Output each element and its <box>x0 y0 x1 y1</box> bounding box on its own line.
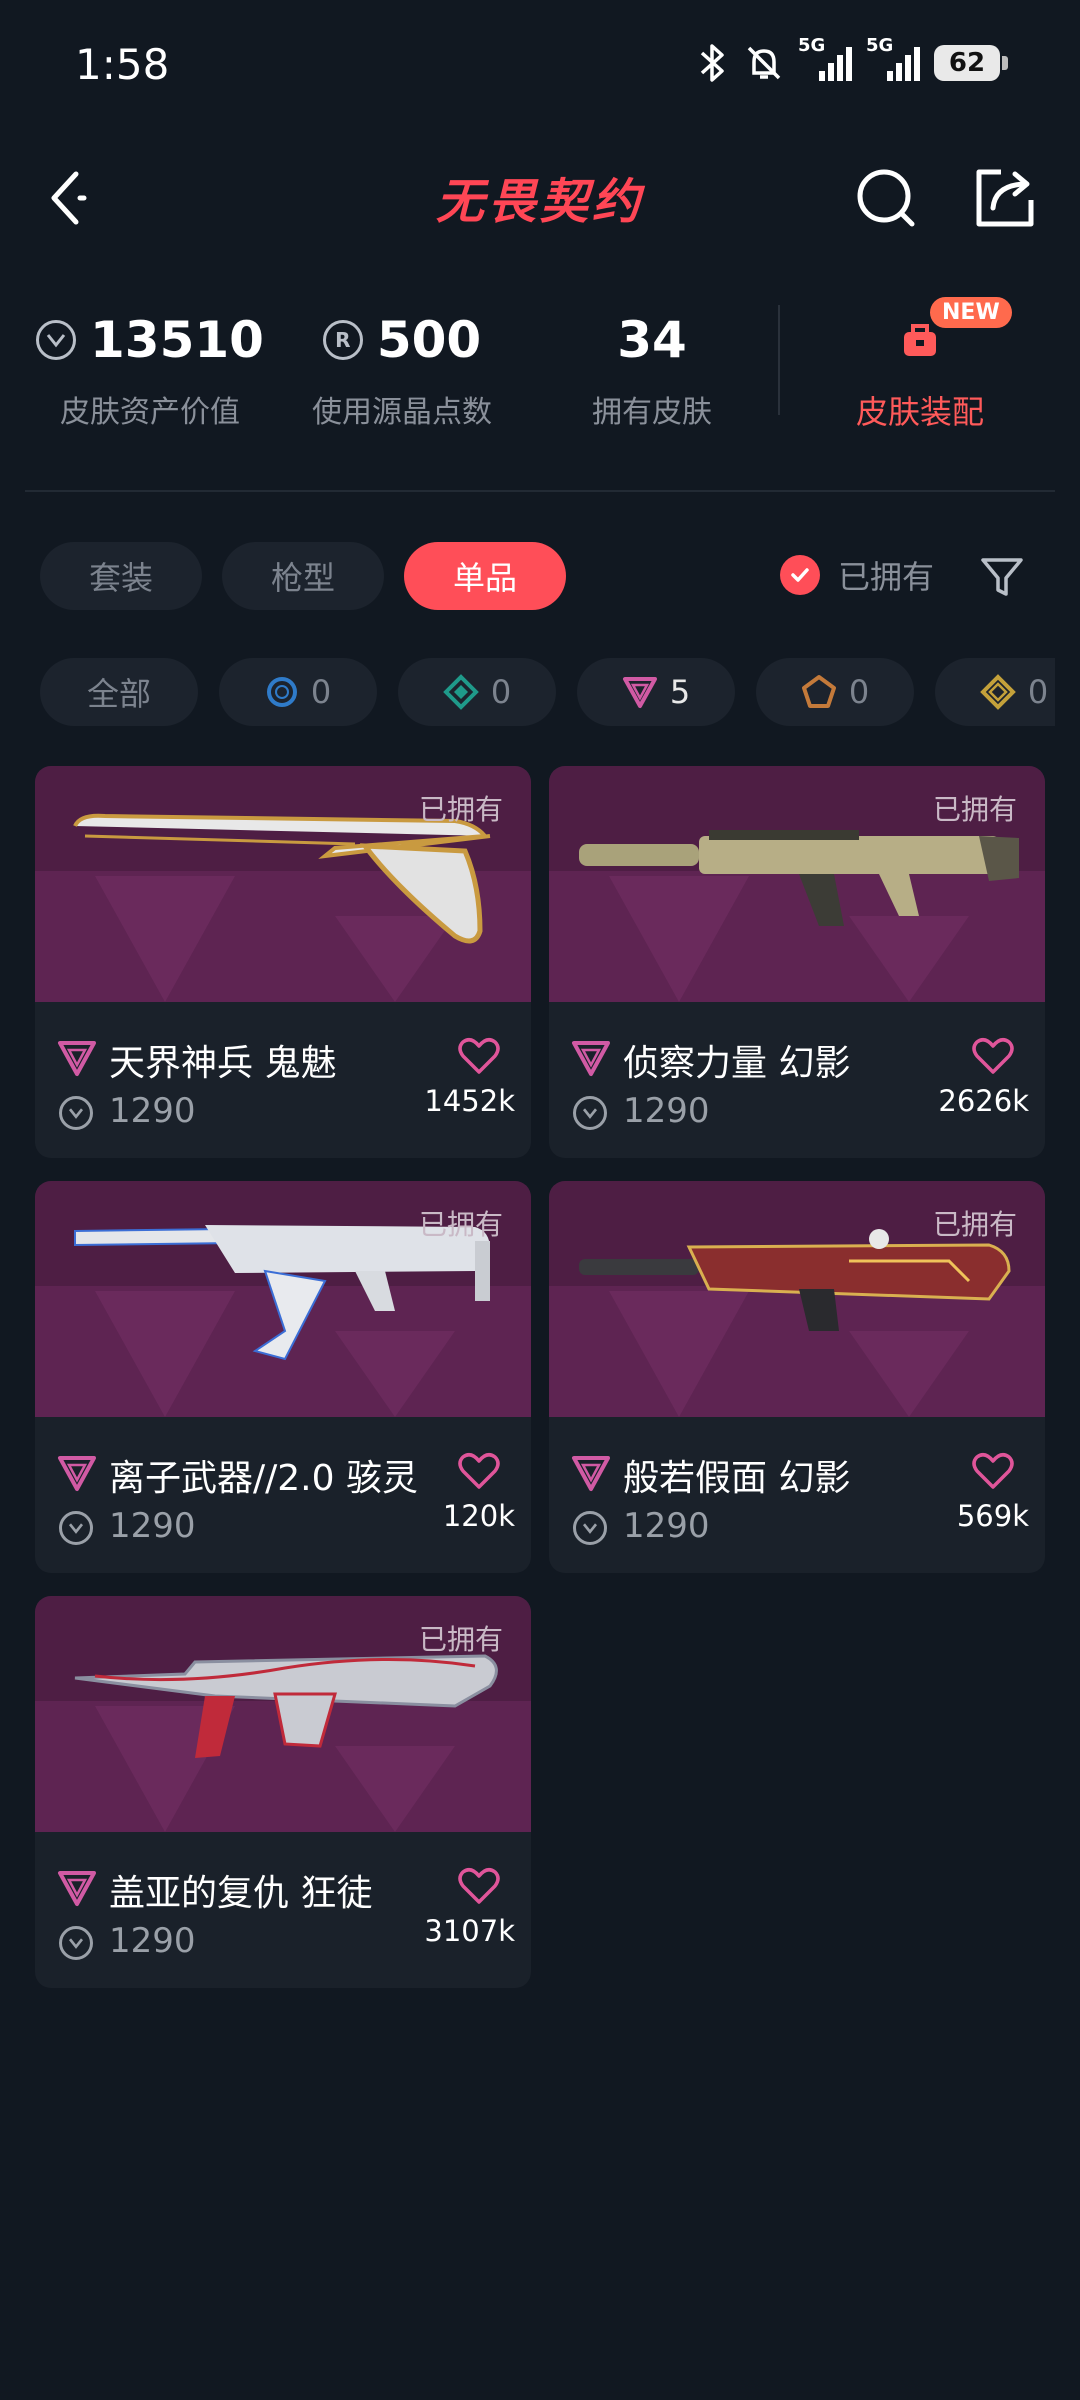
rarity-chip-count: 0 <box>310 673 332 711</box>
skin-name: 离子武器//2.0 骇灵 <box>109 1458 418 1499</box>
status-icons: 5G 5G 62 <box>696 35 1008 88</box>
battery-level: 62 <box>948 48 986 78</box>
heart-icon[interactable] <box>457 1451 501 1491</box>
valorant-points-icon <box>36 320 77 360</box>
rarity-chip-ultra[interactable]: 0 <box>935 658 1055 726</box>
rarity-chip-count: 0 <box>848 673 870 711</box>
skin-card[interactable]: 已拥有 般若假面 幻影 1290 569k <box>549 1181 1045 1573</box>
heart-icon[interactable] <box>457 1866 501 1906</box>
new-badge: NEW <box>930 297 1012 328</box>
ultra-tier-icon <box>979 674 1016 710</box>
search-button[interactable] <box>848 158 928 238</box>
like-count: 120k <box>442 1499 515 1533</box>
rarity-chip-count: 0 <box>490 673 512 711</box>
status-time: 1:58 <box>75 40 170 89</box>
asset-value-stat: 13510 皮肤资产价值 <box>30 305 270 431</box>
valorant-points-icon <box>59 1926 93 1960</box>
exclusive-tier-icon <box>801 675 836 708</box>
like-count: 1452k <box>424 1084 515 1118</box>
skin-loadout-button[interactable]: NEW 皮肤装配 <box>800 297 1040 433</box>
bluetooth-icon <box>700 44 724 82</box>
app-screen: 1:58 5G 5G 62 无畏契约 13510 皮肤资产价值 R 500 使用… <box>0 0 1080 2400</box>
skins-owned-value: 34 <box>617 311 687 369</box>
skin-price: 1290 <box>623 1506 710 1546</box>
radianite-value: 500 <box>376 311 482 369</box>
share-icon <box>976 169 1034 227</box>
rarity-chip-select[interactable]: 0 <box>219 658 377 726</box>
tab-bundles[interactable]: 套装 <box>40 542 202 610</box>
skin-name: 侦察力量 幻影 <box>623 1043 851 1084</box>
like-count: 3107k <box>424 1914 515 1948</box>
skin-price: 1290 <box>109 1506 196 1546</box>
category-tabs: 套装 枪型 单品 <box>40 542 566 612</box>
rarity-chip-count: 5 <box>669 673 691 711</box>
section-divider <box>25 490 1055 492</box>
battery-icon: 62 <box>934 45 1008 81</box>
owned-filter-label: 已拥有 <box>838 558 935 596</box>
filter-button[interactable] <box>975 550 1029 604</box>
skin-name: 天界神兵 鬼魅 <box>109 1043 337 1084</box>
premium-tier-icon <box>58 1871 96 1906</box>
skins-owned-label: 拥有皮肤 <box>592 395 712 430</box>
status-bar: 1:58 5G 5G 62 <box>0 0 1080 130</box>
premium-tier-icon <box>58 1456 96 1491</box>
like-count: 569k <box>956 1499 1029 1533</box>
skins-owned-stat: 34 拥有皮肤 <box>532 305 772 431</box>
skin-price: 1290 <box>109 1091 196 1131</box>
radianite-stat: R 500 使用源晶点数 <box>282 305 522 431</box>
radianite-points-icon: R <box>322 320 363 360</box>
heart-icon[interactable] <box>971 1036 1015 1076</box>
skin-name: 盖亚的复仇 狂徒 <box>109 1873 373 1914</box>
owned-label: 已拥有 <box>418 1623 503 1656</box>
premium-tier-icon <box>572 1041 610 1076</box>
skin-card[interactable]: 已拥有 侦察力量 幻影 1290 2626k <box>549 766 1045 1158</box>
owned-label: 已拥有 <box>418 793 503 826</box>
rarity-chip-all[interactable]: 全部 <box>40 658 198 726</box>
rarity-filter-row: 全部 0 0 5 0 0 <box>40 658 1055 728</box>
radianite-label: 使用源晶点数 <box>312 395 492 430</box>
skin-card[interactable]: 已拥有 天界神兵 鬼魅 1290 1452k <box>35 766 531 1158</box>
premium-tier-icon <box>622 677 657 708</box>
mute-bell-icon <box>747 46 781 80</box>
like-count: 2626k <box>938 1084 1029 1118</box>
skin-loadout-label: 皮肤装配 <box>855 393 984 431</box>
valorant-points-icon <box>59 1511 93 1545</box>
account-stats: 13510 皮肤资产价值 R 500 使用源晶点数 34 拥有皮肤 NEW 皮肤… <box>0 285 1080 445</box>
skin-card[interactable]: 已拥有 盖亚的复仇 狂徒 1290 3107k <box>35 1596 531 1988</box>
search-icon <box>857 169 915 227</box>
signal-icon: 5G <box>866 35 920 85</box>
rarity-chip-premium[interactable]: 5 <box>577 658 735 726</box>
heart-icon[interactable] <box>971 1451 1015 1491</box>
owned-label: 已拥有 <box>932 1208 1017 1241</box>
owned-filter-toggle[interactable]: 已拥有 <box>780 552 934 598</box>
skin-card[interactable]: 已拥有 离子武器//2.0 骇灵 1290 120k <box>35 1181 531 1573</box>
select-tier-icon <box>266 677 297 707</box>
rarity-chip-deluxe[interactable]: 0 <box>398 658 556 726</box>
valorant-points-icon <box>573 1511 607 1545</box>
premium-tier-icon <box>58 1041 96 1076</box>
rarity-chip-count: 0 <box>1027 673 1049 711</box>
skin-name: 般若假面 幻影 <box>623 1458 851 1499</box>
filter-icon <box>981 558 1023 596</box>
skin-price: 1290 <box>109 1921 196 1961</box>
asset-value-label: 皮肤资产价值 <box>60 395 240 430</box>
skin-price: 1290 <box>623 1091 710 1131</box>
valorant-points-icon <box>573 1096 607 1130</box>
tab-weapon-types[interactable]: 枪型 <box>222 542 384 610</box>
owned-label: 已拥有 <box>418 1208 503 1241</box>
premium-tier-icon <box>572 1456 610 1491</box>
valorant-points-icon <box>59 1096 93 1130</box>
tab-single-items[interactable]: 单品 <box>404 542 566 610</box>
share-button[interactable] <box>965 158 1045 238</box>
top-nav: 无畏契约 <box>0 140 1080 260</box>
rarity-chip-label: 全部 <box>86 675 151 713</box>
owned-label: 已拥有 <box>932 793 1017 826</box>
deluxe-tier-icon <box>442 674 479 710</box>
stats-divider <box>778 305 780 415</box>
heart-icon[interactable] <box>457 1036 501 1076</box>
asset-value: 13510 <box>90 311 264 369</box>
signal-icon: 5G <box>798 35 852 85</box>
checkmark-icon <box>780 555 820 595</box>
rarity-chip-exclusive[interactable]: 0 <box>756 658 914 726</box>
